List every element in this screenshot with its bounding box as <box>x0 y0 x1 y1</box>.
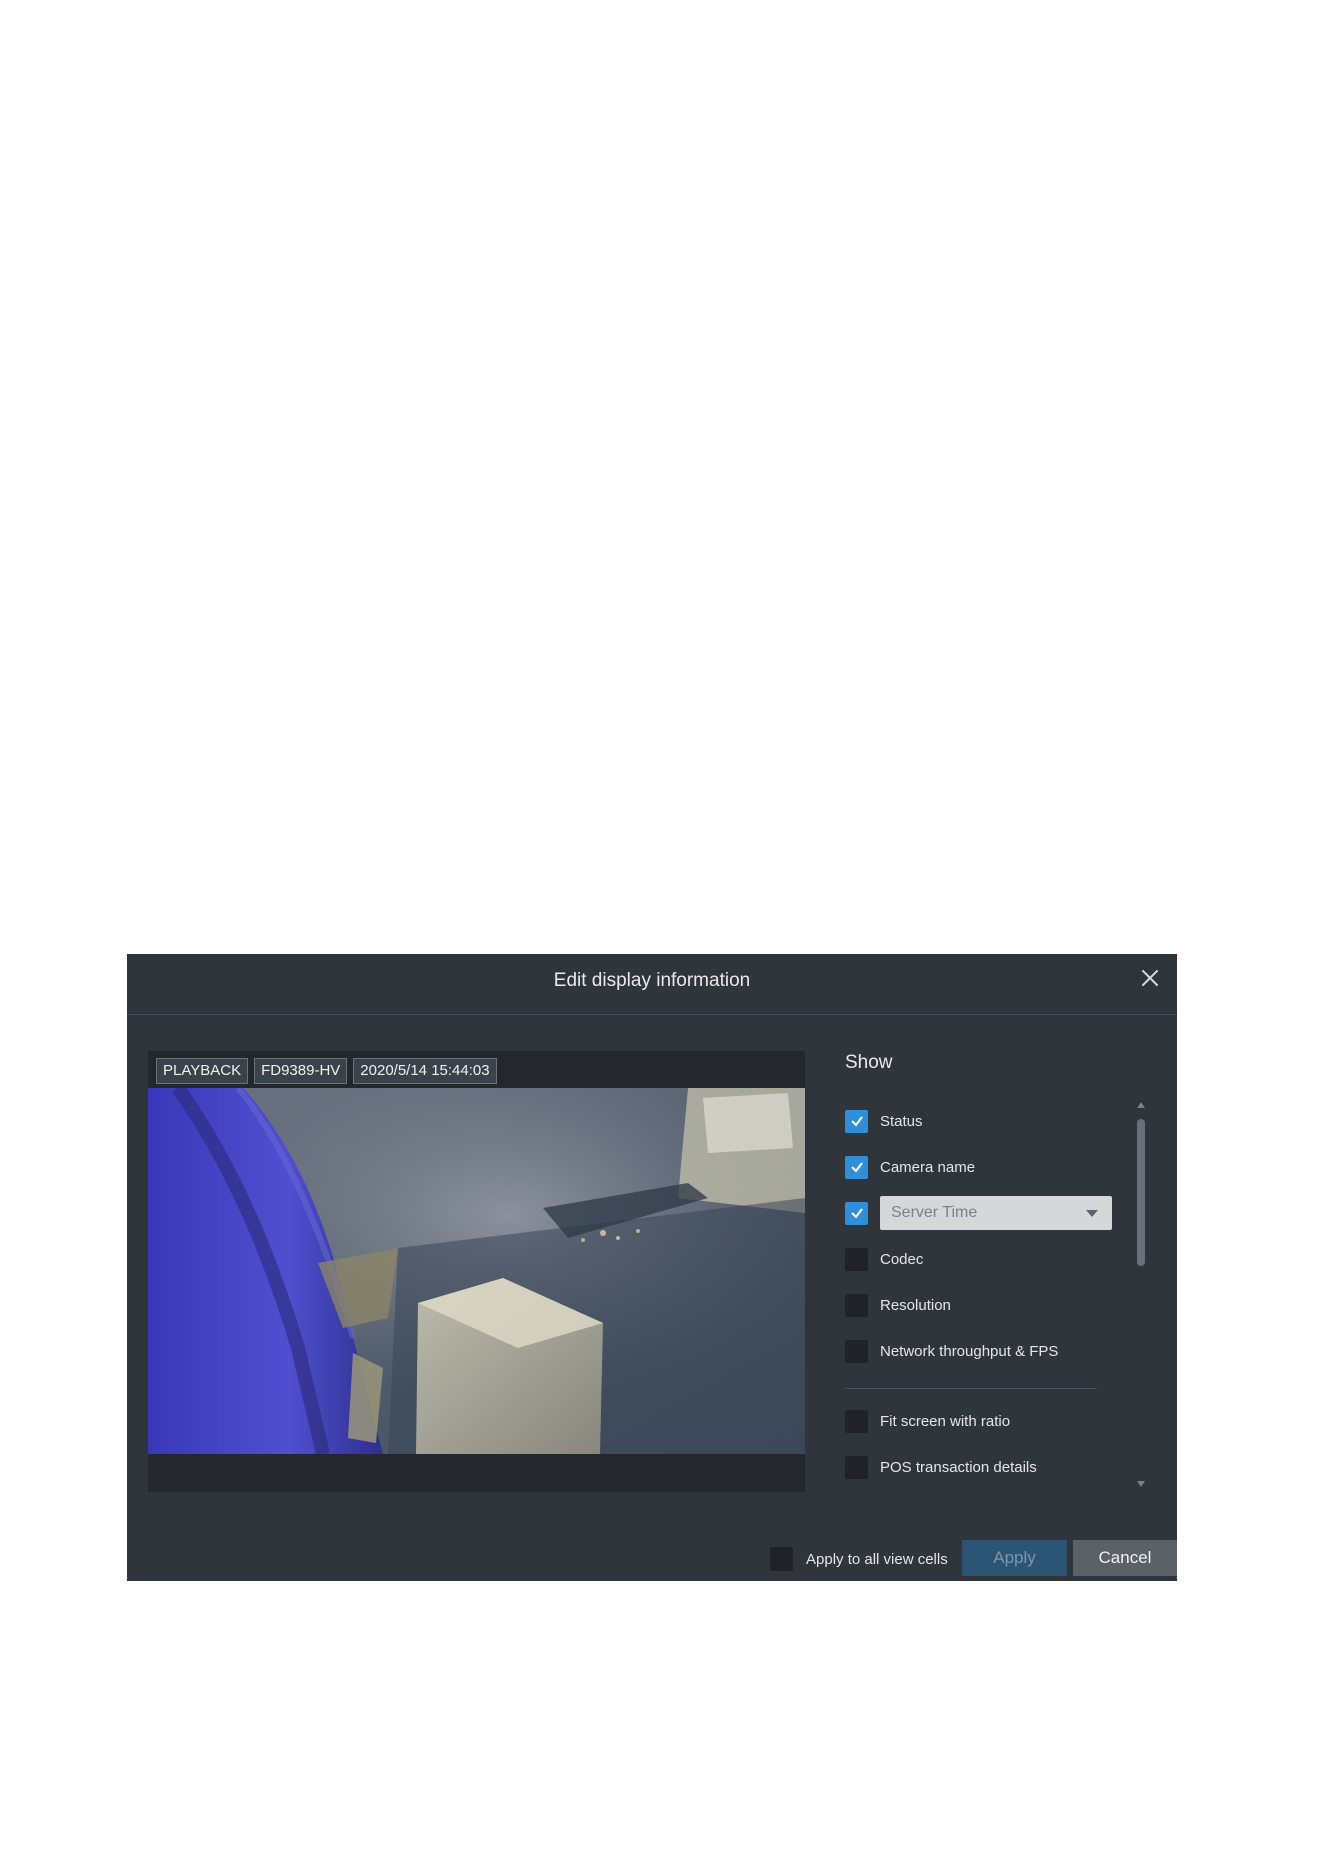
camera-preview: PLAYBACK FD9389-HV 2020/5/14 15:44:03 <box>148 1051 805 1492</box>
check-icon <box>850 1208 863 1219</box>
show-title: Show <box>845 1052 893 1073</box>
resolution-checkbox[interactable] <box>845 1293 868 1317</box>
check-icon <box>850 1116 863 1127</box>
apply-button[interactable]: Apply <box>962 1540 1067 1576</box>
osd-status-tag: PLAYBACK <box>156 1058 249 1084</box>
close-icon[interactable] <box>1137 965 1163 991</box>
apply-all-label: Apply to all view cells <box>806 1550 948 1568</box>
network-throughput-checkbox[interactable] <box>845 1339 868 1363</box>
time-source-select[interactable]: Server Time <box>880 1196 1112 1230</box>
dialog-title: Edit display information <box>553 970 751 991</box>
option-resolution[interactable]: Resolution <box>845 1293 951 1317</box>
osd-bar: PLAYBACK FD9389-HV 2020/5/14 15:44:03 <box>156 1058 497 1084</box>
network-throughput-label: Network throughput & FPS <box>880 1342 1059 1360</box>
status-checkbox[interactable] <box>845 1109 868 1133</box>
option-fit-screen[interactable]: Fit screen with ratio <box>845 1409 1010 1433</box>
cancel-button[interactable]: Cancel <box>1073 1540 1177 1576</box>
check-icon <box>850 1162 863 1173</box>
chevron-down-icon <box>1086 1210 1098 1217</box>
video-image <box>148 1088 805 1454</box>
apply-all-option[interactable]: Apply to all view cells <box>770 1547 948 1571</box>
codec-label: Codec <box>880 1250 924 1268</box>
option-camera-name[interactable]: Camera name <box>845 1155 975 1179</box>
options-scrollbar[interactable] <box>1134 1102 1148 1487</box>
osd-time-tag: 2020/5/14 15:44:03 <box>353 1058 497 1084</box>
option-divider <box>845 1388 1097 1389</box>
apply-all-checkbox[interactable] <box>770 1547 793 1571</box>
scroll-up-icon[interactable] <box>1137 1102 1145 1108</box>
resolution-label: Resolution <box>880 1296 951 1314</box>
edit-display-dialog: Edit display information PLAYBACK FD9389… <box>127 954 1177 1581</box>
camera-name-checkbox[interactable] <box>845 1155 868 1179</box>
camera-name-label: Camera name <box>880 1158 976 1176</box>
fit-screen-checkbox[interactable] <box>845 1409 868 1433</box>
status-label: Status <box>880 1112 923 1130</box>
option-network-throughput[interactable]: Network throughput & FPS <box>845 1339 1058 1363</box>
option-status[interactable]: Status <box>845 1109 923 1133</box>
codec-checkbox[interactable] <box>845 1247 868 1271</box>
video-frame <box>148 1088 805 1454</box>
option-time[interactable]: Server Time <box>845 1196 1112 1230</box>
dialog-header: Edit display information <box>127 954 1177 1015</box>
option-pos-transaction[interactable]: POS transaction details <box>845 1455 1037 1479</box>
pos-transaction-checkbox[interactable] <box>845 1455 868 1479</box>
option-codec[interactable]: Codec <box>845 1247 923 1271</box>
time-source-value: Server Time <box>891 1204 978 1221</box>
scroll-down-icon[interactable] <box>1137 1481 1145 1487</box>
fit-screen-label: Fit screen with ratio <box>880 1412 1011 1430</box>
pos-transaction-label: POS transaction details <box>880 1458 1037 1476</box>
osd-camera-name-tag: FD9389-HV <box>254 1058 348 1084</box>
time-checkbox[interactable] <box>845 1201 868 1225</box>
scroll-thumb[interactable] <box>1137 1119 1145 1266</box>
